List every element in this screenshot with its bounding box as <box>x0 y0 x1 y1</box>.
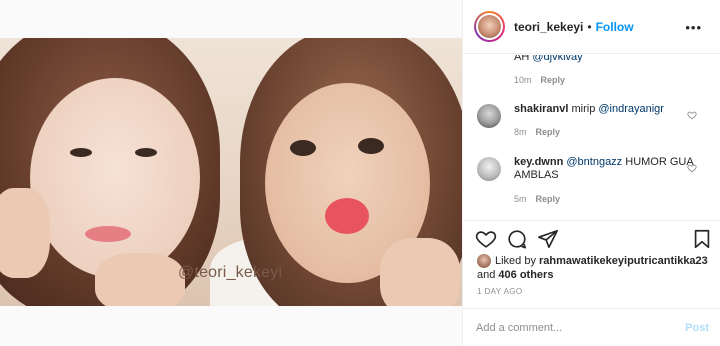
eye <box>358 138 384 154</box>
comment-icon[interactable] <box>506 228 528 250</box>
header-separator: • <box>587 19 592 34</box>
eye <box>290 140 316 156</box>
eye <box>70 148 92 157</box>
liked-by-text: Liked by rahmawatikekeyiputricantikka23 … <box>477 254 708 282</box>
lips <box>85 226 131 242</box>
comment-meta: 5m Reply <box>514 194 560 204</box>
hand <box>95 253 185 306</box>
add-comment-bar: Post <box>463 308 720 346</box>
eye <box>135 148 157 157</box>
comment-mention[interactable]: @bntngazz <box>566 156 622 168</box>
heart-icon[interactable] <box>475 228 497 250</box>
reply-button[interactable]: Reply <box>536 127 561 137</box>
comment-like-heart-icon[interactable] <box>687 110 697 120</box>
follow-button[interactable]: Follow <box>596 20 634 34</box>
comment-time: 5m <box>514 194 527 204</box>
commenter-avatar[interactable] <box>477 157 501 181</box>
instagram-post-view: @teori_kekeyi teori_kekeyi • Follow ••• … <box>0 0 720 346</box>
comment-mention[interactable]: @djvkivay <box>532 55 582 63</box>
liker-avatar[interactable] <box>477 254 491 269</box>
comment-meta: 8m Reply <box>514 127 560 137</box>
add-comment-input[interactable] <box>476 321 666 334</box>
post-side-panel: teori_kekeyi • Follow ••• AH @djvkivay 1… <box>462 0 720 346</box>
commenter-avatar[interactable] <box>477 104 501 128</box>
comment-mention[interactable]: @indrayanigr <box>598 103 664 115</box>
send-icon[interactable] <box>537 228 559 250</box>
likes-others-link[interactable]: 406 others <box>498 269 553 281</box>
avatar-icon[interactable] <box>474 11 505 42</box>
header-username[interactable]: teori_kekeyi <box>514 20 583 34</box>
comment-time: 8m <box>514 127 527 137</box>
post-timestamp[interactable]: 1 DAY AGO <box>477 287 523 296</box>
hand <box>380 238 460 306</box>
photo-watermark: @teori_kekeyi <box>178 264 283 281</box>
post-comment-button[interactable]: Post <box>685 322 709 334</box>
liker-username[interactable]: rahmawatikekeyiputricantikka23 <box>539 255 708 267</box>
comment-like-heart-icon[interactable] <box>687 163 697 173</box>
more-options-icon[interactable]: ••• <box>685 20 702 35</box>
comments-list: AH @djvkivay 10m Reply shakiranvl mirip @… <box>463 55 720 220</box>
reply-button[interactable]: Reply <box>536 194 561 204</box>
photo-pane: @teori_kekeyi <box>0 0 462 346</box>
hand <box>0 188 50 278</box>
lips <box>325 198 369 234</box>
comment-time: 10m <box>514 75 532 85</box>
face-left <box>30 78 200 278</box>
post-photo[interactable]: @teori_kekeyi <box>0 38 462 306</box>
comment-text: AH @djvkivay <box>514 55 694 64</box>
post-header: teori_kekeyi • Follow ••• <box>463 0 720 54</box>
comment-meta: 10m Reply <box>514 75 565 85</box>
reply-button[interactable]: Reply <box>541 75 566 85</box>
commenter-username[interactable]: key.dwnn <box>514 156 563 168</box>
comment-text: shakiranvl mirip @indrayanigr <box>514 103 664 115</box>
post-actions: Liked by rahmawatikekeyiputricantikka23 … <box>463 220 720 308</box>
comment-text: key.dwnn @bntngazz HUMOR GUA AMBLAS <box>514 156 694 181</box>
bookmark-icon[interactable] <box>691 228 713 250</box>
commenter-username[interactable]: shakiranvl <box>514 103 568 115</box>
